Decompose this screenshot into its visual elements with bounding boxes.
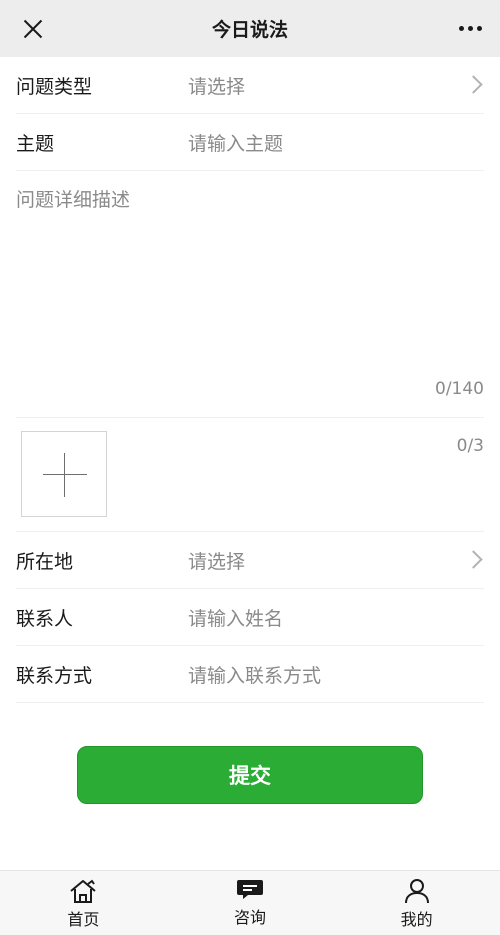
image-counter: 0/3 bbox=[456, 436, 484, 456]
question-type-label: 问题类型 bbox=[16, 75, 93, 98]
plus-icon bbox=[43, 474, 87, 475]
plus-icon-vertical bbox=[64, 453, 65, 497]
detail-textarea[interactable]: 问题详细描述 0/140 bbox=[16, 171, 484, 418]
subject-input[interactable]: 请输入主题 bbox=[188, 129, 484, 156]
add-image-button[interactable] bbox=[21, 431, 107, 517]
tab-consult-label: 咨询 bbox=[234, 908, 267, 927]
contact-method-label: 联系方式 bbox=[16, 664, 93, 687]
tab-mine-label: 我的 bbox=[400, 910, 433, 929]
consult-form: 问题类型 请选择 主题 请输入主题 问题详细描述 0/140 0/3 所在地 请… bbox=[0, 57, 500, 703]
chevron-right-icon bbox=[454, 532, 484, 589]
contact-name-input[interactable]: 请输入姓名 bbox=[188, 604, 484, 631]
more-dot bbox=[468, 26, 473, 31]
image-upload-section: 0/3 bbox=[16, 418, 484, 532]
more-dot bbox=[459, 26, 464, 31]
more-icon[interactable] bbox=[457, 20, 484, 37]
subject-label: 主题 bbox=[16, 132, 55, 155]
detail-char-counter: 0/140 bbox=[435, 379, 484, 399]
more-dot bbox=[477, 26, 482, 31]
contact-name-field[interactable]: 联系人 请输入姓名 bbox=[16, 589, 484, 646]
detail-placeholder: 问题详细描述 bbox=[16, 189, 131, 211]
chevron-right-icon bbox=[454, 57, 484, 114]
submit-area: 提交 bbox=[0, 746, 500, 804]
location-label: 所在地 bbox=[16, 550, 74, 573]
location-select[interactable]: 所在地 请选择 bbox=[16, 532, 484, 589]
location-value: 请选择 bbox=[188, 550, 246, 573]
question-type-select[interactable]: 问题类型 请选择 bbox=[16, 57, 484, 114]
tab-home[interactable]: 首页 bbox=[0, 871, 167, 935]
tab-mine[interactable]: 我的 bbox=[333, 871, 500, 935]
user-icon bbox=[404, 879, 429, 904]
page-title: 今日说法 bbox=[211, 19, 288, 41]
tab-consult[interactable]: 咨询 bbox=[167, 871, 334, 935]
submit-button[interactable]: 提交 bbox=[77, 746, 423, 804]
home-icon bbox=[70, 879, 96, 903]
contact-method-field[interactable]: 联系方式 请输入联系方式 bbox=[16, 646, 484, 703]
tab-home-label: 首页 bbox=[67, 910, 100, 929]
question-type-value: 请选择 bbox=[188, 75, 246, 98]
app-root: 今日说法 问题类型 请选择 主题 请输入主题 问题详细描述 0/140 0/3 bbox=[0, 0, 500, 935]
contact-method-input[interactable]: 请输入联系方式 bbox=[188, 661, 484, 688]
bottom-tab-bar: 首页 咨询 我的 bbox=[0, 870, 500, 935]
top-bar: 今日说法 bbox=[0, 0, 500, 57]
subject-field[interactable]: 主题 请输入主题 bbox=[16, 114, 484, 171]
contact-name-label: 联系人 bbox=[16, 607, 74, 630]
chat-icon bbox=[237, 880, 263, 899]
close-icon[interactable] bbox=[20, 16, 46, 42]
